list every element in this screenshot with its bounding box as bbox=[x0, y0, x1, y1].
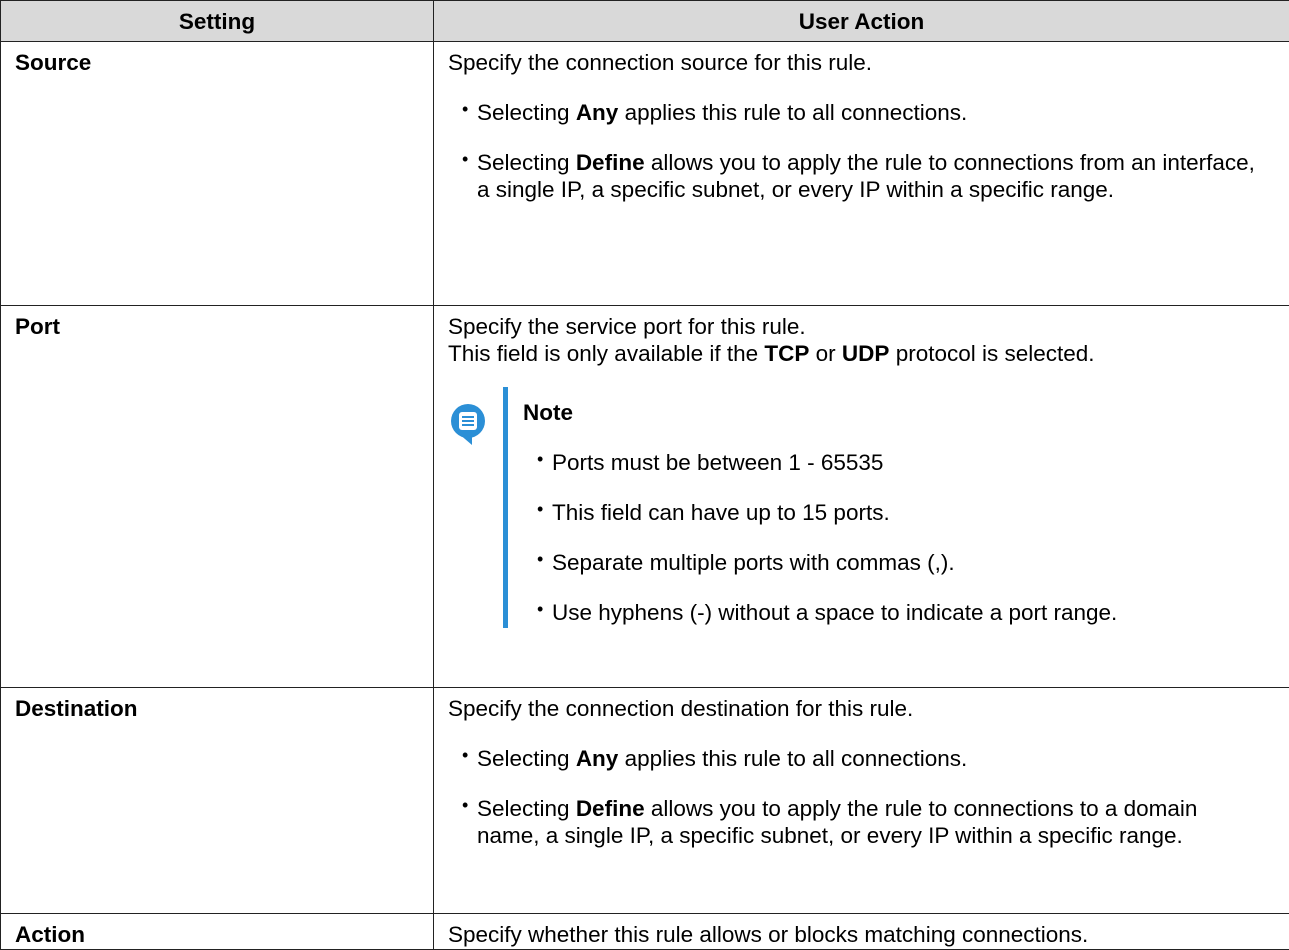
setting-name-destination: Destination bbox=[1, 688, 434, 914]
note-body: Note •Ports must be between 1 - 65535 •T… bbox=[503, 387, 1275, 628]
column-header-setting: Setting bbox=[1, 1, 434, 42]
list-item: •Ports must be between 1 - 65535 bbox=[523, 449, 1275, 476]
setting-name-source: Source bbox=[1, 42, 434, 306]
bullet-icon: • bbox=[537, 499, 543, 521]
bullet-icon: • bbox=[462, 149, 468, 171]
user-action-port: Specify the service port for this rule. … bbox=[434, 306, 1289, 688]
bullet-icon: • bbox=[537, 599, 543, 621]
bullet-icon: • bbox=[537, 549, 543, 571]
source-intro: Specify the connection source for this r… bbox=[448, 49, 1275, 76]
note-callout: Note •Ports must be between 1 - 65535 •T… bbox=[448, 387, 1275, 628]
list-item: •Selecting Any applies this rule to all … bbox=[448, 745, 1275, 772]
list-item: •Selecting Define allows you to apply th… bbox=[448, 795, 1275, 849]
list-item: •Selecting Any applies this rule to all … bbox=[448, 99, 1275, 126]
table-row-destination: Destination Specify the connection desti… bbox=[1, 688, 1289, 914]
port-intro: Specify the service port for this rule. bbox=[448, 313, 1275, 340]
column-header-user-action: User Action bbox=[434, 1, 1289, 42]
list-item: •This field can have up to 15 ports. bbox=[523, 499, 1275, 526]
note-icon bbox=[450, 403, 486, 447]
setting-name-action: Action bbox=[1, 914, 434, 950]
note-title: Note bbox=[523, 399, 1275, 426]
bullet-icon: • bbox=[462, 745, 468, 767]
bullet-icon: • bbox=[462, 99, 468, 121]
table-row-source: Source Specify the connection source for… bbox=[1, 42, 1289, 306]
destination-intro: Specify the connection destination for t… bbox=[448, 695, 1275, 722]
bullet-icon: • bbox=[462, 795, 468, 817]
table-header-row: Setting User Action bbox=[1, 1, 1289, 42]
note-icon-container bbox=[448, 387, 503, 628]
action-intro: Specify whether this rule allows or bloc… bbox=[448, 921, 1275, 948]
port-protocol-line: This field is only available if the TCP … bbox=[448, 340, 1275, 367]
setting-name-port: Port bbox=[1, 306, 434, 688]
bullet-icon: • bbox=[537, 449, 543, 471]
destination-bullet-list: •Selecting Any applies this rule to all … bbox=[448, 745, 1275, 849]
settings-table: Setting User Action Source Specify the c… bbox=[0, 0, 1289, 950]
list-item: •Use hyphens (-) without a space to indi… bbox=[523, 599, 1275, 626]
table-row-action: Action Specify whether this rule allows … bbox=[1, 914, 1289, 950]
user-action-source: Specify the connection source for this r… bbox=[434, 42, 1289, 306]
list-item: •Selecting Define allows you to apply th… bbox=[448, 149, 1275, 203]
table-row-port: Port Specify the service port for this r… bbox=[1, 306, 1289, 688]
user-action-destination: Specify the connection destination for t… bbox=[434, 688, 1289, 914]
source-bullet-list: •Selecting Any applies this rule to all … bbox=[448, 99, 1275, 203]
note-bullet-list: •Ports must be between 1 - 65535 •This f… bbox=[523, 449, 1275, 626]
user-action-action: Specify whether this rule allows or bloc… bbox=[434, 914, 1289, 950]
list-item: •Separate multiple ports with commas (,)… bbox=[523, 549, 1275, 576]
